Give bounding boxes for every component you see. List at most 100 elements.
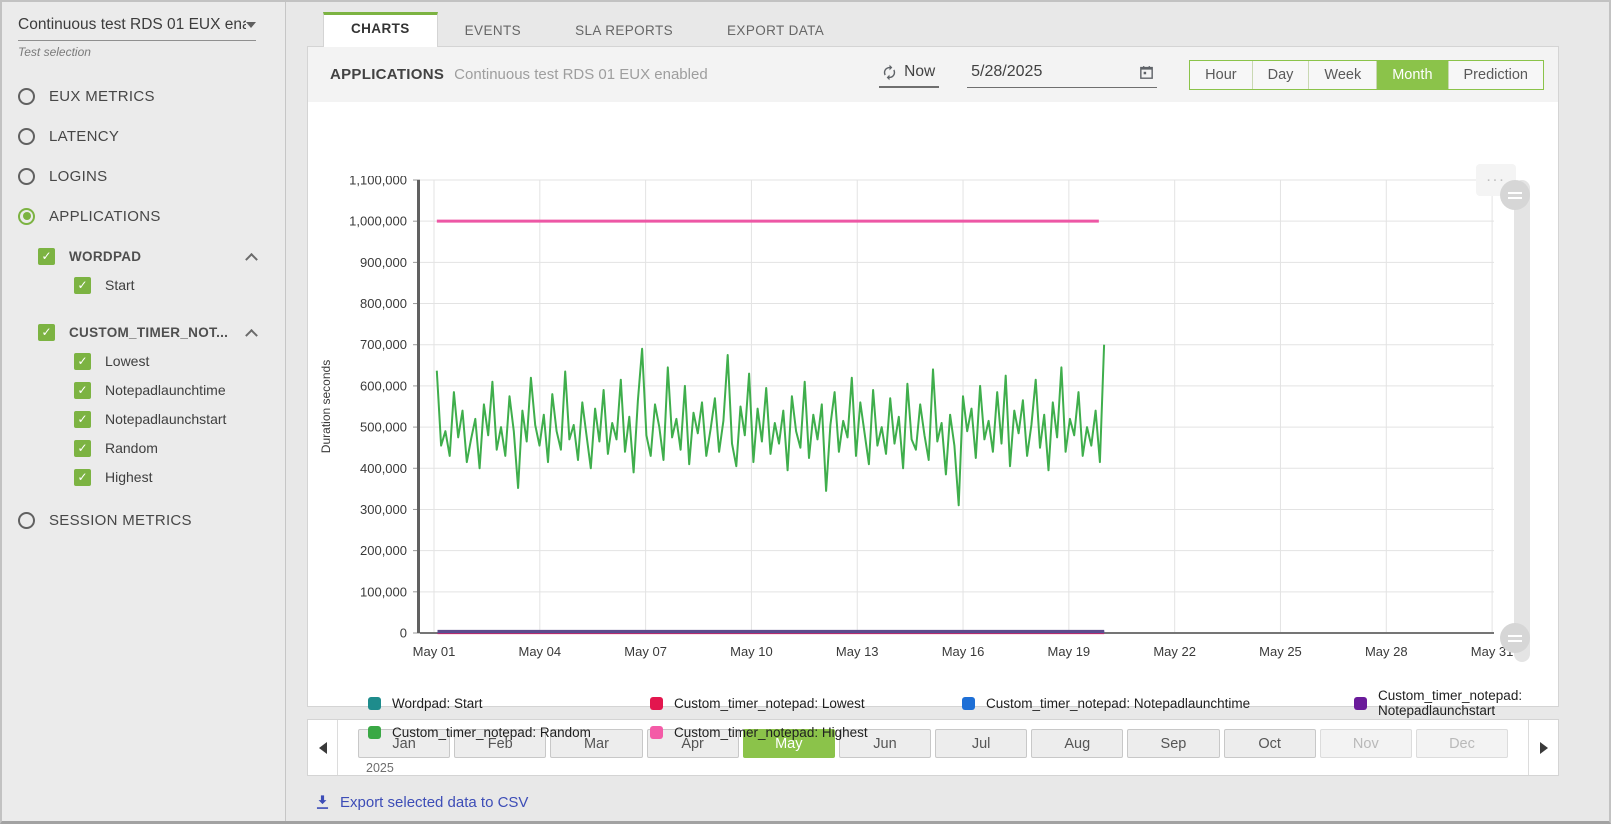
checkbox-checked-icon[interactable]: ✓ — [74, 440, 91, 457]
tab-events[interactable]: EVENTS — [438, 12, 548, 47]
tab-charts[interactable]: CHARTS — [323, 12, 438, 47]
checkbox-checked-icon[interactable]: ✓ — [38, 248, 55, 265]
vertical-zoom-slider-track[interactable] — [1514, 180, 1530, 662]
page-subtitle: Continuous test RDS 01 EUX enabled — [454, 66, 707, 83]
legend-label: Custom_timer_notepad: Lowest — [674, 696, 865, 711]
test-selection-value: Continuous test RDS 01 EUX ena... — [18, 16, 246, 34]
radio-icon — [18, 168, 35, 185]
sidebar-radio-applications[interactable]: APPLICATIONS — [18, 207, 269, 225]
chevron-down-icon — [246, 22, 256, 28]
svg-text:900,000: 900,000 — [360, 255, 407, 270]
metric-list: EUX METRICS LATENCY LOGINS APPLICATIONS ✓… — [18, 87, 269, 529]
legend-item[interactable]: Custom_timer_notepad: Notepadlaunchstart — [1354, 688, 1558, 718]
legend-color-swatch — [1354, 697, 1367, 710]
svg-text:700,000: 700,000 — [360, 337, 407, 352]
duration-line-chart: May 01May 04May 07May 10May 13May 16May … — [308, 176, 1518, 676]
legend-label: Custom_timer_notepad: Random — [392, 725, 591, 740]
calendar-icon — [1138, 64, 1155, 81]
svg-text:1,100,000: 1,100,000 — [349, 176, 407, 188]
chart-legend: Wordpad: Start Custom_timer_notepad: Low… — [368, 688, 1558, 740]
range-button-month[interactable]: Month — [1376, 61, 1447, 89]
legend-label: Wordpad: Start — [392, 696, 483, 711]
svg-text:400,000: 400,000 — [360, 461, 407, 476]
checkbox-checked-icon[interactable]: ✓ — [74, 469, 91, 486]
sidebar-metric-label: Start — [105, 277, 135, 293]
arrow-right-icon — [1540, 742, 1548, 754]
sidebar-radio-label: EUX METRICS — [49, 88, 155, 105]
sidebar-metric-lowest[interactable]: ✓ Lowest — [74, 352, 269, 370]
svg-text:May 25: May 25 — [1259, 644, 1302, 659]
header-controls: Now 5/28/2025 HourDayWeekMonthPrediction — [879, 60, 1544, 90]
checkbox-checked-icon[interactable]: ✓ — [74, 411, 91, 428]
now-button-label: Now — [904, 63, 935, 81]
chart-header: APPLICATIONS Continuous test RDS 01 EUX … — [308, 47, 1558, 102]
sidebar: Continuous test RDS 01 EUX ena... Test s… — [2, 2, 286, 821]
legend-item[interactable]: Custom_timer_notepad: Highest — [650, 725, 962, 740]
date-picker-field[interactable]: 5/28/2025 — [967, 61, 1157, 88]
sidebar-metric-notepadlaunchstart[interactable]: ✓ Notepadlaunchstart — [74, 410, 269, 428]
checkbox-checked-icon[interactable]: ✓ — [74, 353, 91, 370]
svg-text:300,000: 300,000 — [360, 502, 407, 517]
checkbox-checked-icon[interactable]: ✓ — [74, 382, 91, 399]
svg-text:May 07: May 07 — [624, 644, 667, 659]
arrow-left-icon — [319, 742, 327, 754]
svg-text:May 19: May 19 — [1048, 644, 1091, 659]
checkbox-checked-icon[interactable]: ✓ — [74, 277, 91, 294]
slider-handle-bottom[interactable] — [1500, 623, 1530, 653]
range-button-week[interactable]: Week — [1308, 61, 1376, 89]
sidebar-radio-latency[interactable]: LATENCY — [18, 127, 269, 145]
refresh-icon — [881, 64, 898, 81]
sidebar-metric-label: Notepadlaunchstart — [105, 411, 226, 427]
sidebar-metric-label: Lowest — [105, 353, 149, 369]
refresh-now-button[interactable]: Now — [879, 61, 939, 88]
radio-icon — [18, 208, 35, 225]
chevron-up-icon[interactable] — [245, 328, 258, 341]
legend-item[interactable]: Custom_timer_notepad: Notepadlaunchtime — [962, 688, 1354, 718]
range-button-day[interactable]: Day — [1252, 61, 1309, 89]
legend-color-swatch — [368, 726, 381, 739]
sidebar-group-custom-timer-not-[interactable]: ✓ CUSTOM_TIMER_NOT... — [38, 323, 256, 341]
svg-text:May 01: May 01 — [413, 644, 456, 659]
legend-item[interactable]: Wordpad: Start — [368, 688, 650, 718]
tab-bar: CHARTSEVENTSSLA REPORTSEXPORT DATA — [307, 12, 1559, 47]
legend-color-swatch — [962, 697, 975, 710]
tab-export-data[interactable]: EXPORT DATA — [700, 12, 851, 47]
export-csv-link[interactable]: Export selected data to CSV — [313, 793, 1559, 812]
test-selection-label: Test selection — [18, 45, 269, 59]
svg-text:1,000,000: 1,000,000 — [349, 214, 407, 229]
sidebar-radio-logins[interactable]: LOGINS — [18, 167, 269, 185]
svg-text:May 16: May 16 — [942, 644, 985, 659]
svg-text:May 10: May 10 — [730, 644, 773, 659]
sidebar-metric-highest[interactable]: ✓ Highest — [74, 468, 269, 486]
svg-text:100,000: 100,000 — [360, 584, 407, 599]
sidebar-group-wordpad[interactable]: ✓ WORDPAD — [38, 247, 256, 265]
legend-item[interactable]: Custom_timer_notepad: Lowest — [650, 688, 962, 718]
test-selection-dropdown[interactable]: Continuous test RDS 01 EUX ena... — [18, 16, 256, 41]
sidebar-metric-label: Highest — [105, 469, 152, 485]
sidebar-radio-label: LOGINS — [49, 168, 107, 185]
main-area: CHARTSEVENTSSLA REPORTSEXPORT DATA APPLI… — [286, 2, 1611, 821]
sidebar-metric-start[interactable]: ✓ Start — [74, 276, 269, 294]
range-button-hour[interactable]: Hour — [1190, 61, 1251, 89]
checkbox-checked-icon[interactable]: ✓ — [38, 324, 55, 341]
tab-sla-reports[interactable]: SLA REPORTS — [548, 12, 700, 47]
chevron-up-icon[interactable] — [245, 252, 258, 265]
svg-text:Duration seconds: Duration seconds — [319, 360, 333, 453]
legend-color-swatch — [368, 697, 381, 710]
radio-icon — [18, 88, 35, 105]
sidebar-radio-session-metrics[interactable]: SESSION METRICS — [18, 511, 269, 529]
range-button-prediction[interactable]: Prediction — [1448, 61, 1543, 89]
sidebar-metric-notepadlaunchtime[interactable]: ✓ Notepadlaunchtime — [74, 381, 269, 399]
date-picker-value: 5/28/2025 — [971, 63, 1042, 81]
sidebar-radio-eux-metrics[interactable]: EUX METRICS — [18, 87, 269, 105]
sidebar-metric-random[interactable]: ✓ Random — [74, 439, 269, 457]
range-button-group: HourDayWeekMonthPrediction — [1189, 60, 1544, 90]
slider-handle-top[interactable] — [1500, 180, 1530, 210]
svg-text:800,000: 800,000 — [360, 296, 407, 311]
timeline-prev-button[interactable] — [308, 720, 338, 775]
app-window: Continuous test RDS 01 EUX ena... Test s… — [0, 0, 1611, 824]
legend-label: Custom_timer_notepad: Notepadlaunchtime — [986, 696, 1250, 711]
legend-item[interactable]: Custom_timer_notepad: Random — [368, 725, 650, 740]
page-title: APPLICATIONS — [330, 66, 444, 83]
legend-label: Custom_timer_notepad: Highest — [674, 725, 868, 740]
